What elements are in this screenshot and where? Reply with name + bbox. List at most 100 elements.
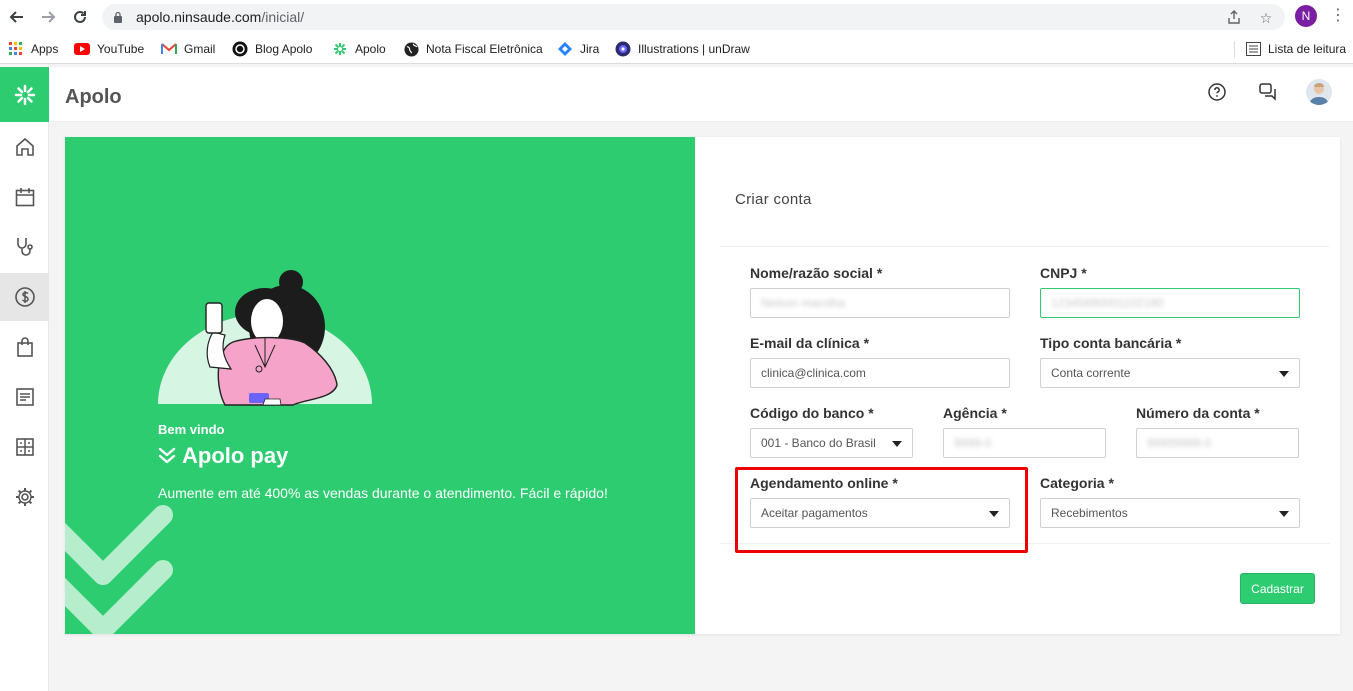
bookmark-label: Jira (580, 42, 600, 56)
bookmark-label: YouTube (97, 42, 145, 56)
apolo-logo-icon (14, 84, 35, 105)
categoria-value: Recebimentos (1051, 506, 1128, 520)
jira-icon (557, 41, 573, 57)
categoria-label: Categoria * (1040, 475, 1114, 491)
agencia-input[interactable]: 9999-0 (943, 428, 1106, 458)
cnpj-input[interactable]: 12345690001102180 (1040, 288, 1300, 318)
promo-illustration (65, 270, 372, 634)
tipo-conta-select[interactable]: Conta corrente (1040, 358, 1300, 388)
bookmark-label: Blog Apolo (255, 42, 313, 56)
dollar-icon (14, 287, 35, 307)
form-title: Criar conta (735, 191, 812, 208)
home-icon (15, 137, 34, 156)
stethoscope-icon (16, 238, 33, 256)
more-menu-icon[interactable]: ⋮ (1330, 6, 1346, 28)
categoria-select[interactable]: Recebimentos (1040, 498, 1300, 528)
promo-brand: Apolo pay (158, 443, 288, 469)
browser-toolbar: apolo.ninsaude.com/inicial/ ☆ N ⋮ (0, 0, 1353, 34)
tipo-conta-value: Conta corrente (1051, 366, 1131, 380)
sidebar-item-calendar[interactable] (0, 173, 49, 221)
bookmark-label: Gmail (184, 42, 216, 56)
forward-arrow-icon[interactable] (37, 6, 59, 28)
undraw-icon (615, 41, 631, 57)
banco-label: Código do banco * (750, 405, 874, 421)
lock-icon (114, 11, 122, 23)
user-avatar[interactable] (1306, 79, 1332, 105)
double-chevron-icon (158, 447, 176, 464)
reading-list-button[interactable]: Lista de leitura (1245, 40, 1346, 58)
document-icon (15, 388, 34, 406)
dropdown-caret-icon (1279, 511, 1289, 517)
url-path: /inicial/ (261, 9, 305, 25)
agencia-label: Agência * (943, 405, 1007, 421)
bookmarks-bar: Apps YouTube Gmail Blog Apolo Apolo Nota… (0, 34, 1353, 64)
sidebar-item-shop[interactable] (0, 323, 49, 371)
banco-value: 001 - Banco do Brasil (761, 436, 876, 450)
sidebar-item-finance[interactable] (0, 273, 49, 321)
app-sidebar (0, 67, 49, 691)
sidebar-item-home[interactable] (0, 123, 49, 171)
reload-icon[interactable] (69, 6, 91, 28)
promo-panel: Bem vindo Apolo pay Aumente em até 400% … (65, 137, 695, 634)
bookmark-nota-fiscal[interactable]: Nota Fiscal Eletrônica (403, 40, 543, 58)
page-title: Apolo (65, 86, 122, 108)
bookmark-jira[interactable]: Jira (557, 40, 599, 58)
conta-input[interactable]: 99999999-0 (1136, 428, 1299, 458)
promo-brand-name: Apolo pay (182, 443, 289, 468)
create-account-form: Criar conta Nome/razão social * Nelson m… (695, 137, 1340, 634)
sidebar-item-reports[interactable] (0, 373, 49, 421)
calendar-icon (15, 188, 34, 207)
sidebar-item-clinical[interactable] (0, 223, 49, 271)
bookmark-label: Illustrations | unDraw (638, 42, 750, 56)
profile-avatar[interactable]: N (1295, 5, 1317, 27)
cnpj-value: 12345690001102180 (1051, 296, 1164, 310)
globe-icon (403, 41, 419, 57)
star-icon[interactable]: ☆ (1258, 10, 1274, 26)
email-label: E-mail da clínica * (750, 335, 870, 351)
agencia-value: 9999-0 (954, 436, 992, 450)
nome-label: Nome/razão social * (750, 265, 883, 281)
dropdown-caret-icon (1279, 371, 1289, 377)
url-host: apolo.ninsaude.com (136, 9, 262, 25)
sidebar-item-modules[interactable] (0, 423, 49, 471)
address-bar[interactable]: apolo.ninsaude.com/inicial/ ☆ (102, 4, 1285, 30)
chat-icon[interactable] (1257, 81, 1279, 103)
reading-list-icon (1245, 41, 1261, 57)
grid-icon (15, 438, 34, 456)
bookmark-apolo[interactable]: Apolo (332, 40, 386, 58)
email-input[interactable]: clinica@clinica.com (750, 358, 1010, 388)
create-account-card: Bem vindo Apolo pay Aumente em até 400% … (65, 137, 1340, 634)
promo-tagline: Aumente em até 400% as vendas durante o … (158, 485, 608, 501)
highlight-box (735, 467, 1028, 553)
bookmark-label: Apolo (355, 42, 386, 56)
apps-grid-icon (8, 41, 24, 57)
bookmark-blog-apolo[interactable]: Blog Apolo (232, 40, 312, 58)
bookmark-gmail[interactable]: Gmail (161, 40, 215, 58)
bookmark-separator (1234, 41, 1235, 58)
back-arrow-icon[interactable] (6, 6, 28, 28)
blog-icon (232, 41, 248, 57)
help-icon[interactable] (1206, 81, 1228, 103)
share-icon[interactable] (1226, 10, 1242, 26)
conta-label: Número da conta * (1136, 405, 1260, 421)
apolo-icon (332, 41, 348, 57)
gmail-icon (161, 41, 177, 57)
bookmark-apps[interactable]: Apps (8, 40, 58, 58)
bookmark-youtube[interactable]: YouTube (74, 40, 144, 58)
bookmark-label: Nota Fiscal Eletrônica (426, 42, 543, 56)
app-logo[interactable] (0, 67, 49, 122)
reading-list-label: Lista de leitura (1268, 42, 1347, 56)
bookmark-undraw[interactable]: Illustrations | unDraw (615, 40, 750, 58)
tipo-conta-label: Tipo conta bancária * (1040, 335, 1182, 351)
url-text: apolo.ninsaude.com/inicial/ (136, 9, 304, 25)
cnpj-label: CNPJ * (1040, 265, 1087, 281)
dropdown-caret-icon (892, 441, 902, 447)
sidebar-item-settings[interactable] (0, 473, 49, 521)
bookmark-label: Apps (31, 42, 59, 56)
app-header: Apolo (49, 67, 1353, 122)
nome-input[interactable]: Nelson marolha (750, 288, 1010, 318)
gear-icon (15, 488, 34, 506)
promo-welcome: Bem vindo (158, 422, 225, 437)
cadastrar-button[interactable]: Cadastrar (1240, 573, 1315, 604)
banco-select[interactable]: 001 - Banco do Brasil (750, 428, 913, 458)
